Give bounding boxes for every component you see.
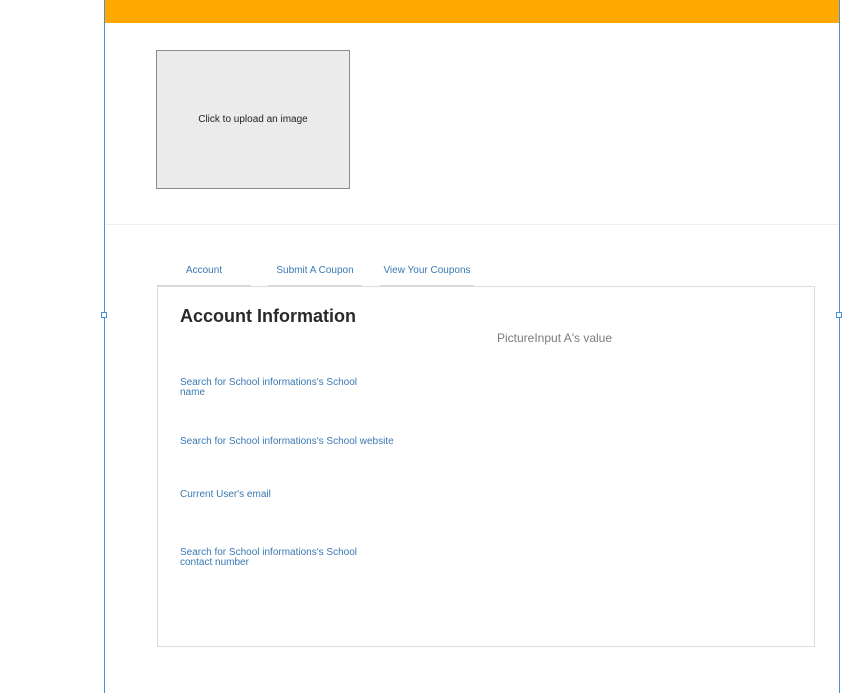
tab-submit-coupon[interactable]: Submit A Coupon: [268, 255, 362, 286]
tab-submit-coupon-label: Submit A Coupon: [276, 264, 354, 276]
picture-input-value: PictureInput A's value: [497, 331, 613, 345]
tab-view-coupons-label: View Your Coupons: [383, 264, 471, 276]
resize-handle-right[interactable]: [836, 312, 842, 318]
section-divider: [106, 224, 838, 225]
school-contact-number-field: Search for School informations's School …: [180, 547, 357, 568]
image-upload-label: Click to upload an image: [198, 114, 308, 125]
panel-title: Account Information: [180, 306, 356, 326]
account-panel: Account Information PictureInput A's val…: [157, 286, 815, 647]
tab-account[interactable]: Account: [157, 255, 251, 286]
selection-frame-right: [839, 0, 840, 693]
header-bar: [105, 0, 839, 23]
selection-frame-left: [104, 0, 105, 693]
tab-view-coupons[interactable]: View Your Coupons: [380, 255, 474, 286]
user-email-field: Current User's email: [180, 489, 271, 500]
school-website-field: Search for School informations's School …: [180, 436, 394, 447]
school-name-field: Search for School informations's School …: [180, 377, 357, 398]
tab-account-label: Account: [185, 264, 223, 276]
resize-handle-left[interactable]: [101, 312, 107, 318]
image-upload-button[interactable]: Click to upload an image: [156, 50, 350, 189]
